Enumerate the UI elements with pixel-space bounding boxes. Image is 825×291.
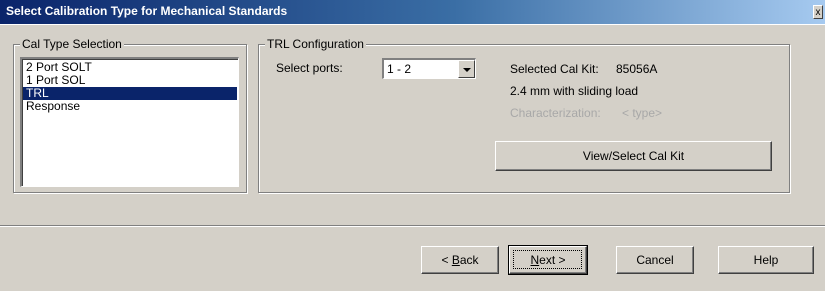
chevron-down-icon[interactable]: [458, 60, 475, 78]
cal-type-legend: Cal Type Selection: [20, 37, 124, 51]
cancel-label: Cancel: [636, 253, 674, 267]
characterization-label: Characterization:: [510, 106, 601, 120]
next-button[interactable]: Next >: [508, 245, 588, 275]
characterization-value: < type>: [622, 106, 663, 120]
back-label-rest: ack: [459, 253, 479, 267]
kit-description: 2.4 mm with sliding load: [510, 84, 639, 98]
title-bar[interactable]: Select Calibration Type for Mechanical S…: [0, 0, 825, 25]
help-label: Help: [753, 253, 779, 267]
view-select-cal-kit-button[interactable]: View/Select Cal Kit: [495, 141, 772, 171]
list-item-response[interactable]: Response: [23, 100, 237, 113]
back-label-accel: B: [451, 253, 460, 267]
select-ports-label: Select ports:: [276, 61, 343, 75]
cal-type-group: Cal Type Selection 2 Port SOLT 1 Port SO…: [13, 37, 247, 193]
focus-rect: [513, 250, 582, 269]
trl-config-legend: TRL Configuration: [265, 37, 366, 51]
selected-cal-kit-label: Selected Cal Kit:: [510, 62, 599, 76]
ports-dropdown-value: 1 - 2: [387, 62, 412, 76]
list-item-1-port-sol[interactable]: 1 Port SOL: [23, 74, 237, 87]
selected-cal-kit-value: 85056A: [616, 62, 658, 76]
footer-divider: [0, 225, 825, 227]
cancel-button[interactable]: Cancel: [616, 246, 694, 274]
back-label-prefix: <: [441, 253, 452, 267]
cal-type-listbox[interactable]: 2 Port SOLT 1 Port SOL TRL Response: [20, 57, 239, 187]
help-button[interactable]: Help: [718, 246, 814, 274]
window-title: Select Calibration Type for Mechanical S…: [6, 4, 288, 18]
view-select-cal-kit-label: View/Select Cal Kit: [582, 149, 685, 163]
ports-dropdown[interactable]: 1 - 2: [382, 58, 476, 79]
close-icon[interactable]: x: [813, 5, 823, 19]
back-button[interactable]: < Back: [421, 246, 499, 274]
